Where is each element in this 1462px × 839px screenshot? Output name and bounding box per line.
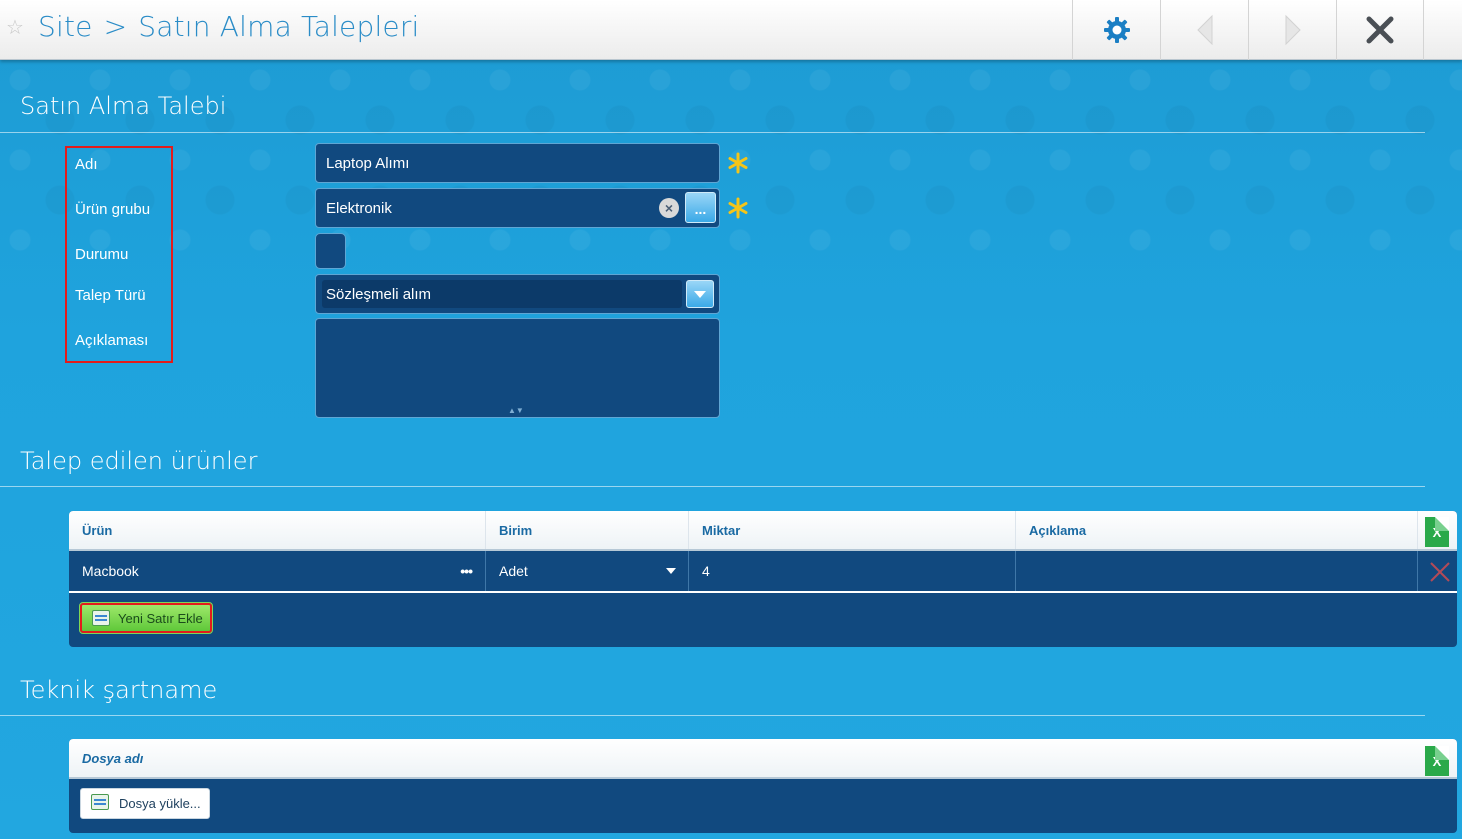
- status-checkbox[interactable]: [315, 233, 346, 269]
- form-section-title: Satın Alma Talebi: [20, 92, 227, 120]
- spec-grid: Dosya adı X Dosya yükle...: [69, 739, 1457, 833]
- required-star-icon: [728, 197, 748, 219]
- caret-down-icon[interactable]: [666, 568, 676, 575]
- column-header-product[interactable]: Ürün: [69, 511, 486, 549]
- status-label: Durumu: [75, 246, 129, 263]
- back-arrow-icon: [1196, 14, 1212, 46]
- column-header-file-name[interactable]: Dosya adı: [69, 739, 1418, 777]
- description-cell[interactable]: [1016, 551, 1418, 591]
- column-header-unit[interactable]: Birim: [486, 511, 689, 549]
- spec-grid-header: Dosya adı X: [69, 739, 1457, 779]
- previous-button[interactable]: [1160, 0, 1248, 60]
- section-divider: [0, 132, 1425, 133]
- products-grid: Ürün Birim Miktar Açıklama X Macbook •••…: [69, 511, 1457, 647]
- upload-file-button[interactable]: Dosya yükle...: [80, 788, 210, 819]
- add-row-label: Yeni Satır Ekle: [118, 610, 203, 626]
- quantity-cell[interactable]: 4: [689, 551, 1016, 591]
- forward-arrow-icon: [1285, 14, 1301, 46]
- dropdown-button[interactable]: [686, 280, 714, 308]
- close-button[interactable]: [1336, 0, 1424, 60]
- spec-section-title: Teknik şartname: [20, 676, 218, 704]
- section-divider: [0, 486, 1425, 487]
- breadcrumb: Site > Satın Alma Talepleri: [38, 10, 420, 43]
- table-row[interactable]: Macbook ••• Adet 4: [69, 551, 1457, 593]
- product-group-value: Elektronik: [326, 199, 392, 217]
- products-grid-header: Ürün Birim Miktar Açıklama X: [69, 511, 1457, 551]
- products-section-title: Talep edilen ürünler: [20, 447, 258, 475]
- breadcrumb-site[interactable]: Site: [38, 10, 93, 43]
- description-textarea[interactable]: ▲▼: [315, 318, 720, 418]
- gear-icon: [1103, 17, 1130, 43]
- clear-icon[interactable]: ×: [659, 198, 679, 218]
- column-header-description[interactable]: Açıklama: [1016, 511, 1418, 549]
- add-row-button[interactable]: Yeni Satır Ekle: [79, 602, 213, 634]
- star-icon[interactable]: ☆: [6, 16, 28, 38]
- delete-row-icon[interactable]: [1429, 561, 1451, 583]
- excel-export-icon[interactable]: X: [1425, 517, 1449, 547]
- next-button[interactable]: [1248, 0, 1336, 60]
- excel-export-icon[interactable]: X: [1425, 746, 1449, 776]
- breadcrumb-current: Satın Alma Talepleri: [138, 10, 420, 43]
- name-label: Adı: [75, 156, 98, 173]
- request-type-value: Sözleşmeli alım: [326, 285, 432, 303]
- required-star-icon: [728, 152, 748, 174]
- description-label: Açıklaması: [75, 332, 149, 349]
- resize-grip-icon[interactable]: ▲▼: [508, 406, 524, 415]
- product-group-input[interactable]: Elektronik × ...: [315, 188, 720, 228]
- upload-label: Dosya yükle...: [119, 796, 201, 811]
- column-header-quantity[interactable]: Miktar: [689, 511, 1016, 549]
- more-icon[interactable]: •••: [460, 563, 473, 579]
- settings-button[interactable]: [1072, 0, 1160, 60]
- close-icon: [1366, 16, 1394, 44]
- product-cell[interactable]: Macbook •••: [69, 551, 486, 591]
- upload-icon: [91, 794, 109, 810]
- name-input[interactable]: Laptop Alımı: [315, 143, 720, 183]
- unit-cell[interactable]: Adet: [486, 551, 689, 591]
- request-type-display: Sözleşmeli alım: [322, 280, 682, 308]
- breadcrumb-separator: >: [103, 10, 128, 43]
- product-value: Macbook: [82, 563, 139, 579]
- lookup-button[interactable]: ...: [685, 192, 716, 223]
- name-value: Laptop Alımı: [326, 154, 410, 172]
- add-row-icon: [92, 610, 110, 626]
- product-group-label: Ürün grubu: [75, 201, 151, 218]
- chevron-down-icon: [694, 291, 706, 298]
- request-type-select[interactable]: Sözleşmeli alım: [315, 274, 720, 314]
- request-type-label: Talep Türü: [75, 287, 146, 304]
- unit-value: Adet: [499, 563, 528, 579]
- section-divider: [0, 715, 1425, 716]
- top-bar: ☆ Site > Satın Alma Talepleri: [0, 0, 1462, 60]
- quantity-value: 4: [702, 563, 710, 579]
